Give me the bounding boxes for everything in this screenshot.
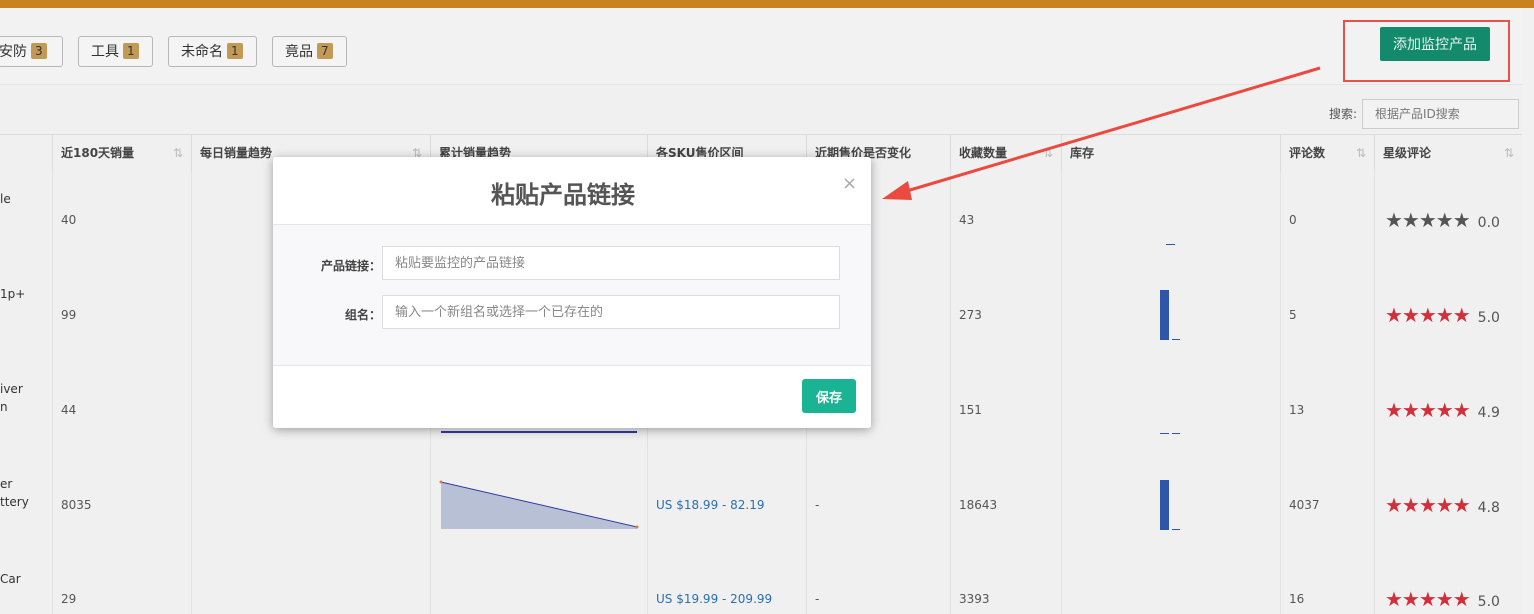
close-icon[interactable]: × xyxy=(842,173,857,194)
modal-title: 粘贴产品链接 xyxy=(491,181,635,209)
product-link-label: 产品链接： xyxy=(320,259,381,273)
group-name-input[interactable] xyxy=(382,295,840,329)
modal-form: 产品链接： 组名： xyxy=(273,224,871,366)
group-name-label: 组名： xyxy=(344,308,381,322)
save-button[interactable]: 保存 xyxy=(802,379,856,413)
arrow-head xyxy=(882,181,912,200)
paste-link-modal: 粘贴产品链接 × 产品链接： 组名： 保存 xyxy=(273,157,871,428)
product-link-input[interactable] xyxy=(382,246,840,280)
arrow-shaft xyxy=(899,66,1321,195)
